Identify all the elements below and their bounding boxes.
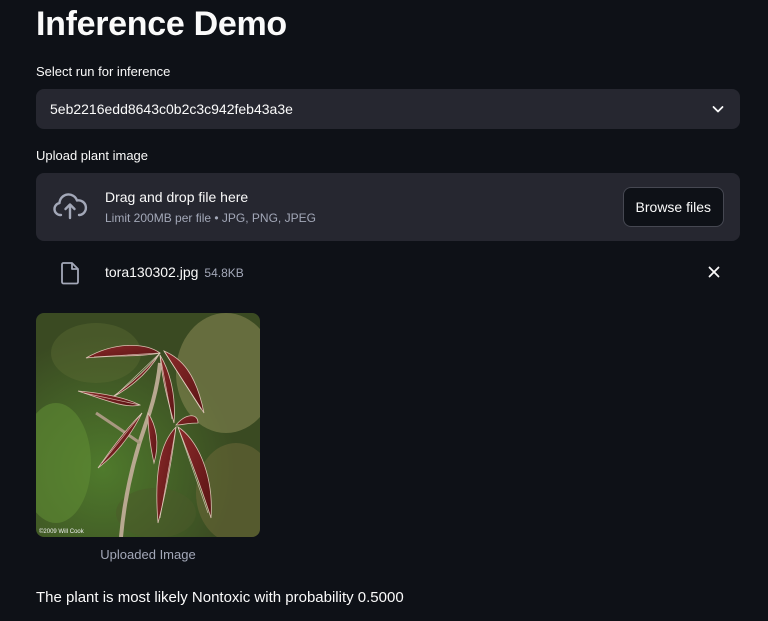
page-title: Inference Demo — [36, 5, 287, 43]
browse-files-button[interactable]: Browse files — [622, 187, 724, 227]
app-page: Inference Demo Select run for inference … — [0, 0, 768, 621]
image-caption: Uploaded Image — [100, 547, 196, 562]
uploaded-file-name: tora130302.jpg — [105, 264, 199, 280]
image-watermark: ©2009 Will Cook — [39, 528, 85, 535]
run-select-value: 5eb2216edd8643c0b2c3c942feb43a3e — [50, 101, 293, 117]
chevron-down-icon — [710, 101, 726, 117]
prediction-result: The plant is most likely Nontoxic with p… — [36, 589, 404, 606]
dropzone-limit-text: Limit 200MB per file • JPG, PNG, JPEG — [105, 211, 316, 225]
cloud-upload-icon — [52, 191, 88, 223]
uploaded-plant-image: ©2009 Will Cook — [36, 313, 260, 537]
close-icon[interactable] — [704, 262, 724, 282]
uploader-label: Upload plant image — [36, 148, 149, 163]
run-select[interactable]: 5eb2216edd8643c0b2c3c942feb43a3e — [36, 89, 740, 129]
dropzone-drag-text: Drag and drop file here — [105, 189, 249, 205]
uploaded-file-info: tora130302.jpg 54.8KB — [105, 263, 244, 282]
file-dropzone[interactable]: Drag and drop file here Limit 200MB per … — [36, 173, 740, 241]
file-icon — [60, 261, 80, 285]
run-select-label: Select run for inference — [36, 64, 171, 79]
uploaded-file-size: 54.8KB — [204, 266, 244, 280]
dropzone-instructions: Drag and drop file here Limit 200MB per … — [105, 188, 316, 226]
uploaded-file-row: tora130302.jpg 54.8KB — [36, 252, 740, 292]
